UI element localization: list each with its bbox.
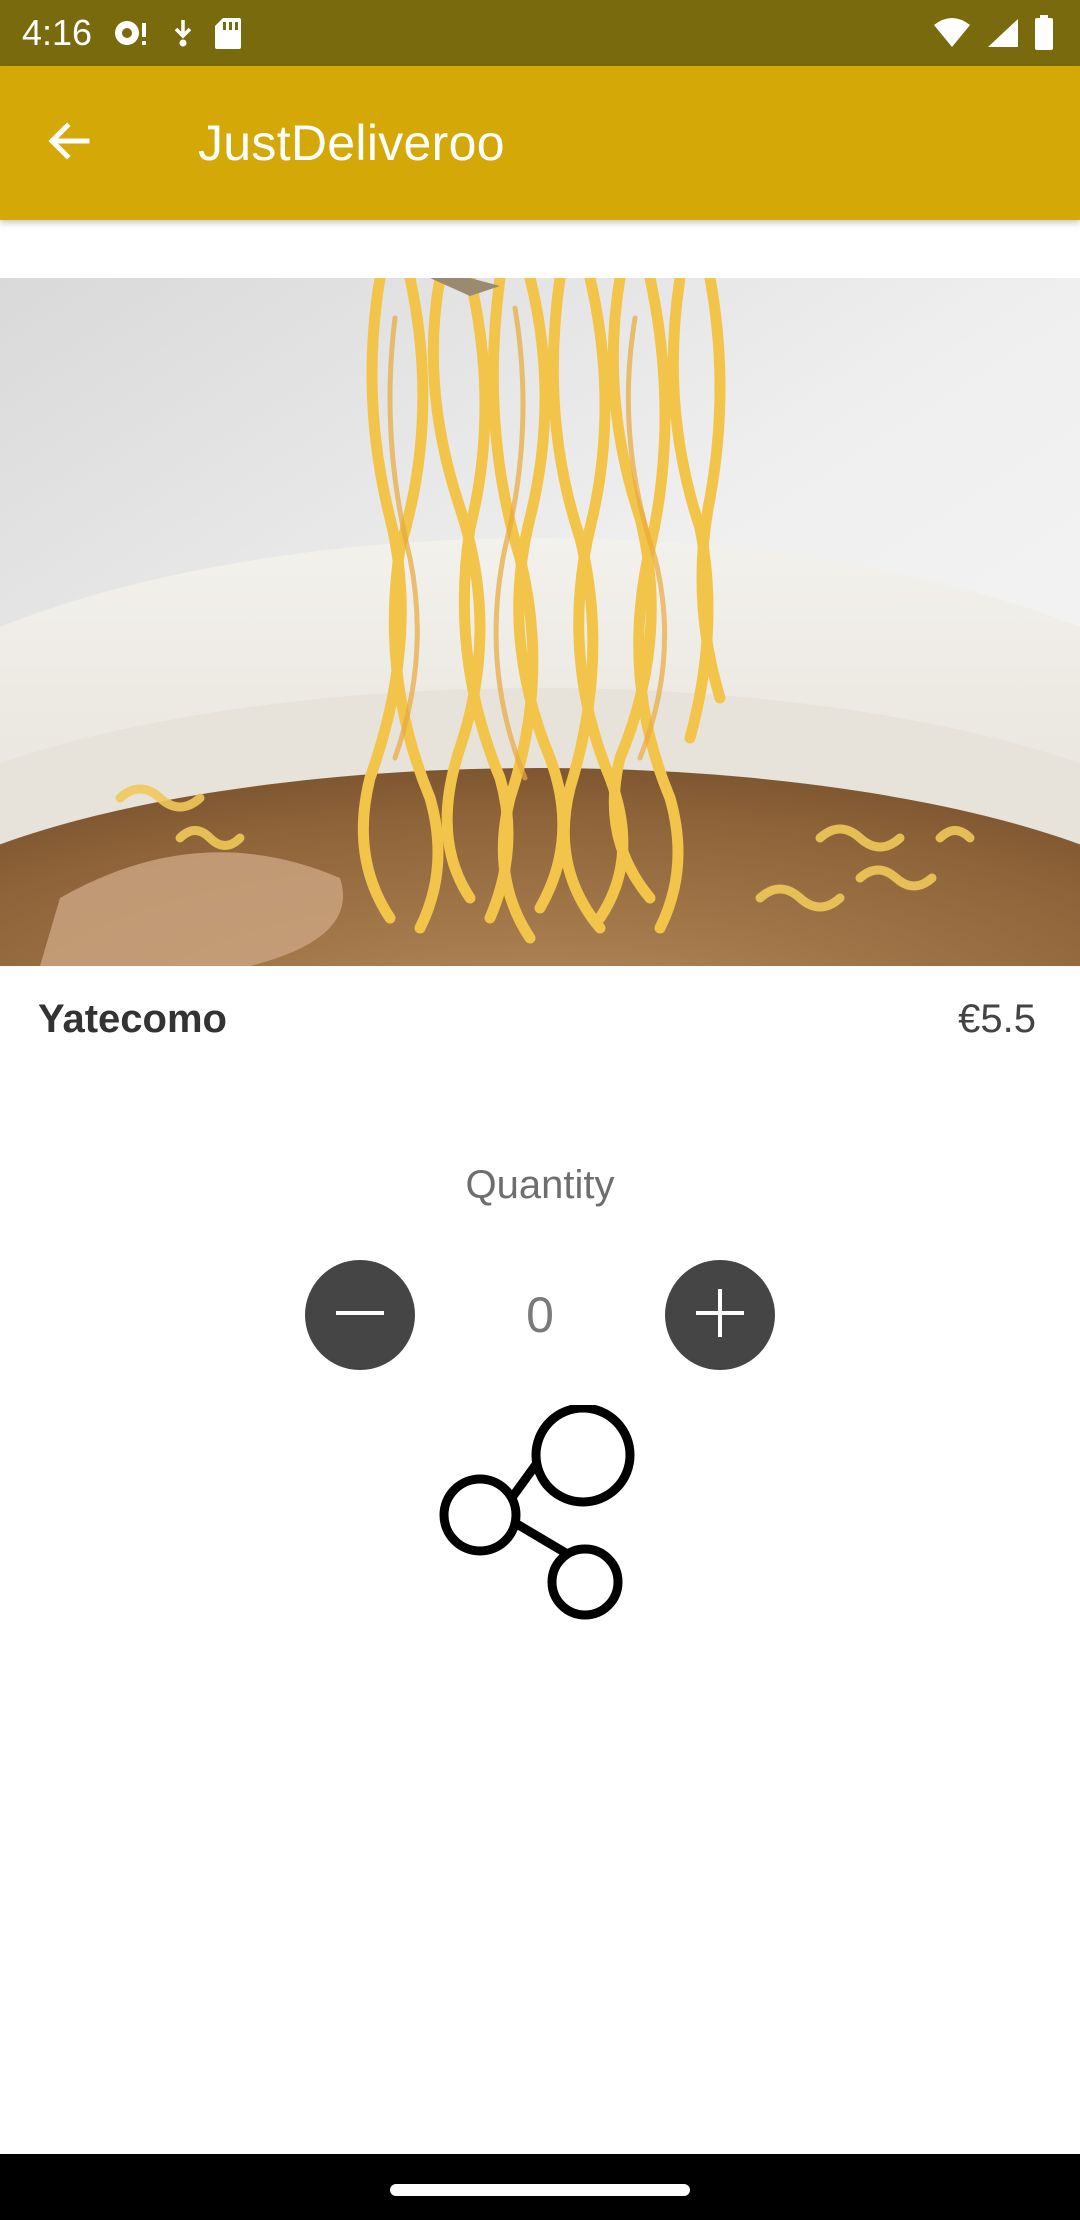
wifi-icon	[932, 17, 972, 49]
status-time: 4:16	[22, 12, 93, 53]
status-bar: 4:16	[0, 0, 1080, 66]
decrease-quantity-button[interactable]	[305, 1260, 415, 1370]
sd-card-icon	[214, 16, 242, 50]
minus-icon	[330, 1283, 390, 1348]
app-bar: JustDeliveroo	[0, 66, 1080, 220]
back-button[interactable]	[36, 110, 102, 176]
battery-icon	[1034, 15, 1054, 51]
item-image	[0, 278, 1080, 966]
quantity-value: 0	[526, 1287, 554, 1343]
home-indicator[interactable]	[390, 2184, 690, 2196]
share-icon	[438, 1403, 648, 1629]
status-icons-left	[112, 12, 242, 54]
arrow-back-icon	[45, 117, 93, 170]
app-title: JustDeliveroo	[198, 115, 505, 171]
increase-quantity-button[interactable]	[665, 1260, 775, 1370]
plus-icon	[690, 1283, 750, 1348]
share-button[interactable]	[438, 1403, 648, 1625]
signal-icon	[986, 17, 1020, 49]
download-icon	[170, 17, 196, 49]
navigation-bar	[0, 2154, 1080, 2220]
quantity-label: Quantity	[465, 1163, 615, 1207]
item-price: €5.5	[958, 997, 1036, 1041]
sync-icon	[112, 17, 152, 49]
status-icons-right	[932, 12, 1054, 54]
item-name: Yatecomo	[38, 997, 227, 1041]
